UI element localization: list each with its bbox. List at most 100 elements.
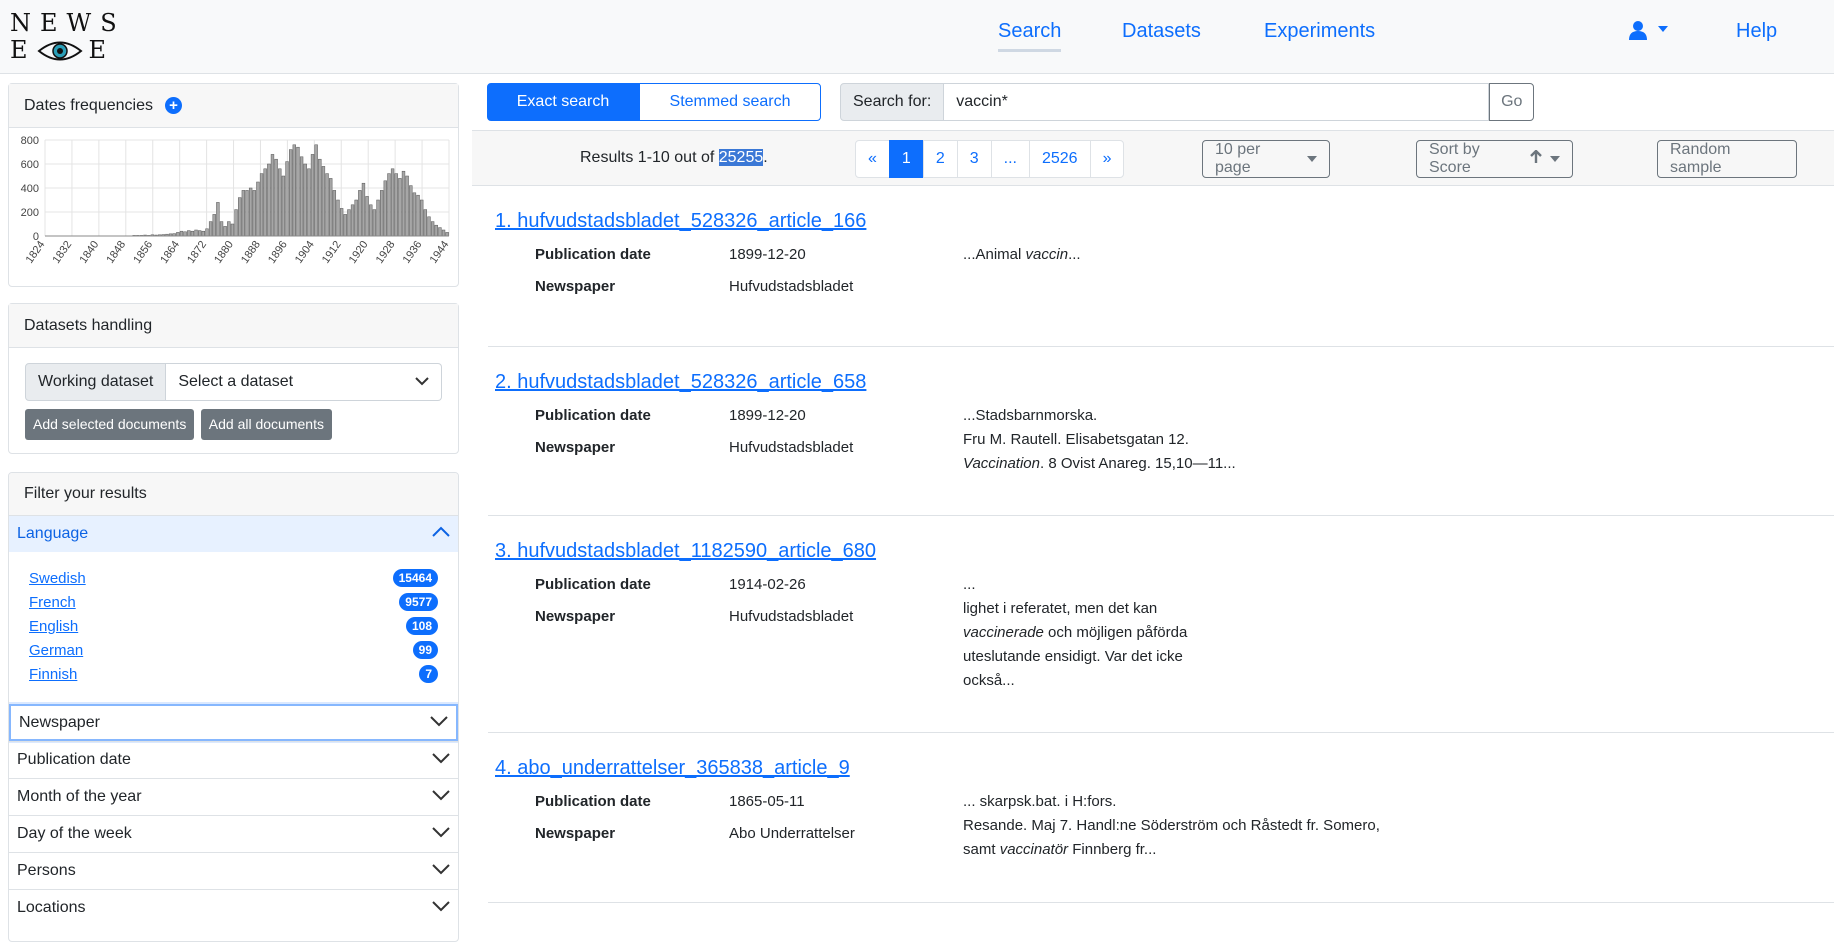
pager-page[interactable]: 3: [957, 140, 992, 178]
accordion-language[interactable]: Language: [9, 515, 458, 552]
random-sample-button[interactable]: Random sample: [1657, 140, 1797, 178]
language-link[interactable]: French: [29, 594, 76, 611]
histogram-bar: [304, 164, 307, 236]
per-page-dropdown[interactable]: 10 per page: [1202, 140, 1330, 178]
y-tick-label: 600: [21, 159, 39, 171]
nav-datasets[interactable]: Datasets: [1122, 20, 1201, 43]
go-button[interactable]: Go: [1489, 83, 1534, 121]
histogram-bar: [297, 147, 300, 236]
result-snippet: ... skarpsk.bat. i H:fors. Resande. Maj …: [963, 790, 1380, 862]
accordion-filter[interactable]: Month of the year: [9, 778, 458, 815]
histogram-bar: [318, 159, 321, 236]
x-tick-label: 1896: [266, 239, 290, 266]
histogram-bar: [275, 159, 278, 236]
language-link[interactable]: English: [29, 618, 78, 635]
snippet-highlight: vaccinatör: [1000, 841, 1068, 858]
sort-label: Sort by Score: [1429, 141, 1522, 177]
snippet-highlight: Vaccination: [963, 455, 1040, 472]
language-label: Language: [17, 525, 88, 543]
snippet-text: lighet i referatet, men det kan: [963, 600, 1157, 617]
histogram-bar: [227, 222, 230, 236]
search-input[interactable]: vaccin*: [944, 83, 1489, 121]
snippet-text: ... skarpsk.bat. i H:fors.: [963, 793, 1116, 810]
histogram-bar: [344, 214, 347, 236]
pager-page[interactable]: 2526: [1029, 140, 1091, 178]
language-link[interactable]: Finnish: [29, 666, 77, 683]
y-tick-label: 400: [21, 183, 39, 195]
stemmed-search-button[interactable]: Stemmed search: [639, 83, 821, 121]
histogram-bar: [282, 176, 285, 236]
histogram-bar: [402, 171, 405, 236]
pager-prev[interactable]: «: [855, 140, 890, 178]
histogram-bar: [355, 200, 358, 236]
snippet-highlight: vaccinerade: [963, 624, 1044, 641]
results-count: Results 1-10 out of 25255.: [580, 149, 768, 167]
publication-date-label: Publication date: [535, 793, 651, 810]
x-tick-label: 1848: [104, 239, 128, 266]
logo-letter-left: E: [10, 37, 37, 64]
newspaper-value: Abo Underrattelser: [729, 825, 855, 842]
result-title-link[interactable]: 3. hufvudstadsbladet_1182590_article_680: [495, 540, 876, 563]
language-link[interactable]: Swedish: [29, 570, 86, 587]
accordion-filter[interactable]: Persons: [9, 852, 458, 889]
dates-chart: 0200400600800182418321840184818561864187…: [9, 128, 458, 288]
dates-frequencies-card: Dates frequencies + 02004006008001824183…: [8, 83, 459, 287]
results-total: 25255: [719, 149, 764, 166]
histogram-bar: [253, 190, 256, 236]
plus-circle-icon[interactable]: +: [165, 97, 182, 114]
histogram-bar: [351, 205, 354, 236]
add-all-documents-button[interactable]: Add all documents: [201, 409, 332, 440]
language-item: German 99: [29, 638, 438, 662]
x-tick-label: 1832: [51, 239, 75, 266]
histogram-bar: [398, 178, 401, 236]
filter-label: Locations: [17, 899, 86, 917]
x-tick-label: 1944: [428, 239, 452, 266]
count-badge: 7: [419, 665, 438, 683]
sort-dropdown[interactable]: Sort by Score: [1416, 140, 1573, 178]
user-menu[interactable]: [1628, 20, 1668, 46]
caret-down-icon: [1307, 156, 1317, 162]
histogram-bar: [420, 200, 423, 236]
result-title-link[interactable]: 1. hufvudstadsbladet_528326_article_166: [495, 210, 866, 233]
eye-icon: [37, 38, 83, 64]
publication-date-label: Publication date: [535, 246, 651, 263]
nav-experiments[interactable]: Experiments: [1264, 20, 1375, 43]
result-title-link[interactable]: 2. hufvudstadsbladet_528326_article_658: [495, 371, 866, 394]
histogram-bar: [406, 176, 409, 236]
accordion-filter[interactable]: Newspaper: [9, 704, 458, 741]
pager-page[interactable]: 2: [923, 140, 958, 178]
newseye-logo[interactable]: NEWS E E: [10, 10, 110, 64]
histogram-bar: [358, 190, 361, 236]
result-title-link[interactable]: 4. abo_underrattelser_365838_article_9: [495, 757, 850, 780]
histogram-bar: [209, 222, 212, 236]
snippet-text: ...Animal: [963, 246, 1026, 263]
result-item: 4. abo_underrattelser_365838_article_9 P…: [488, 733, 1834, 903]
x-tick-label: 1912: [320, 239, 344, 266]
add-selected-documents-button[interactable]: Add selected documents: [25, 409, 194, 440]
histogram-bar: [347, 210, 350, 236]
nav-help[interactable]: Help: [1736, 20, 1777, 43]
pager-next[interactable]: »: [1090, 140, 1125, 178]
result-item: 1. hufvudstadsbladet_528326_article_166 …: [488, 186, 1834, 347]
dataset-select[interactable]: Select a dataset: [166, 363, 442, 401]
nav-search[interactable]: Search: [998, 20, 1061, 52]
histogram-bar: [187, 231, 190, 236]
accordion-filter[interactable]: Publication date: [9, 741, 458, 778]
accordion-filter[interactable]: Locations: [9, 889, 458, 926]
x-tick-label: 1904: [293, 239, 317, 266]
snippet-text: . 8 Ovist Anareg. 15,10—11...: [1040, 455, 1236, 472]
exact-search-button[interactable]: Exact search: [487, 83, 639, 121]
publication-date-value: 1899-12-20: [729, 246, 806, 263]
chevron-down-icon: [432, 751, 450, 769]
pager-page[interactable]: ...: [991, 140, 1030, 178]
snippet-text: också...: [963, 672, 1015, 689]
histogram-bar: [340, 208, 343, 236]
accordion-filter[interactable]: Day of the week: [9, 815, 458, 852]
pager-page[interactable]: 1: [889, 140, 924, 178]
histogram-bar: [438, 228, 441, 236]
logo-letter-right: E: [89, 37, 116, 64]
result-snippet: ... lighet i referatet, men det kan vacc…: [963, 573, 1187, 693]
histogram-bar: [337, 200, 340, 236]
language-link[interactable]: German: [29, 642, 83, 659]
result-item: 2. hufvudstadsbladet_528326_article_658 …: [488, 347, 1834, 516]
